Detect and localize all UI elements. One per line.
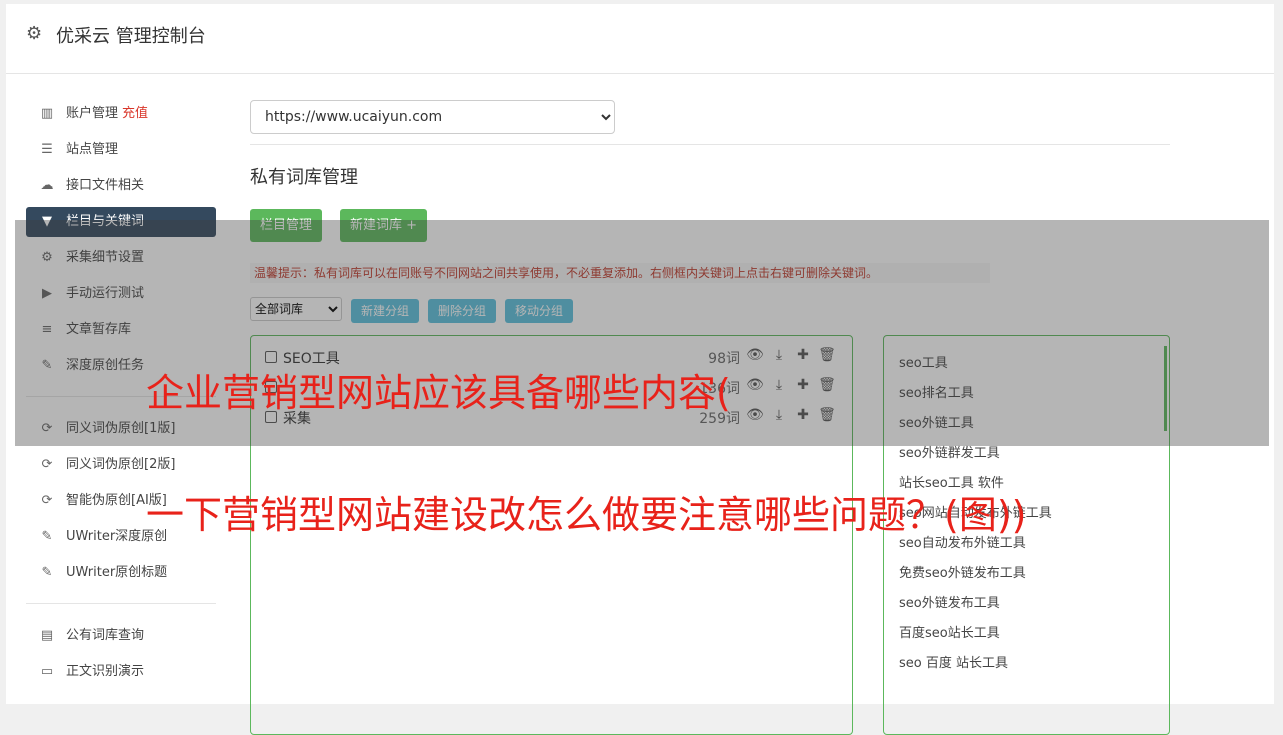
sidebar-item-label: 正文识别演示 (66, 664, 145, 679)
refresh-icon: ⟳ (41, 493, 53, 508)
sidebar-item-label: 站点管理 (66, 142, 119, 157)
sidebar-item-text-recognition[interactable]: ▭ 正文识别演示 (26, 654, 216, 690)
headline-line-2: 一下营销型网站建设改怎么做要注意哪些问题？(图)) (146, 493, 1027, 537)
sidebar-item-api-files[interactable]: ☁ 接口文件相关 (26, 168, 216, 204)
recharge-link[interactable]: 充值 (122, 106, 148, 121)
cloud-upload-icon: ☁ (40, 178, 54, 193)
sidebar-item-label: 账户管理 (66, 106, 119, 121)
top-bar: ⚙ 优采云 管理控制台 (6, 4, 1274, 74)
app-title: 优采云 管理控制台 (56, 26, 206, 47)
sidebar-item-public-lib[interactable]: ▤ 公有词库查询 (26, 618, 216, 654)
sidebar-item-label: 接口文件相关 (66, 178, 145, 193)
sidebar-item-label: UWriter原创标题 (66, 565, 168, 580)
keyword-item[interactable]: seo外链发布工具 (899, 592, 1000, 611)
edit-icon: ✎ (41, 565, 53, 580)
keyword-item[interactable]: 免费seo外链发布工具 (899, 562, 1026, 581)
sidebar-item-account[interactable]: ▥ 账户管理 充值 (26, 96, 216, 132)
page-title: 私有词库管理 (250, 167, 358, 188)
keyword-item[interactable]: 百度seo站长工具 (899, 622, 1000, 641)
site-select[interactable]: https://www.ucaiyun.com (250, 100, 615, 134)
sidebar-item-label: 同义词伪原创[2版] (66, 457, 176, 472)
divider (250, 144, 1170, 145)
book-icon: ▤ (40, 628, 54, 643)
sidebar-item-uwriter-title[interactable]: ✎ UWriter原创标题 (26, 555, 216, 591)
bar-chart-icon: ▥ (40, 106, 54, 121)
sidebar-item-synonym-v2[interactable]: ⟳ 同义词伪原创[2版] (26, 447, 216, 483)
sidebar-item-label: 公有词库查询 (66, 628, 145, 643)
edit-icon: ✎ (41, 529, 53, 544)
sidebar-item-sites[interactable]: ☰ 站点管理 (26, 132, 216, 168)
monitor-icon: ▭ (40, 664, 54, 679)
sidebar-divider (26, 603, 216, 604)
refresh-icon: ⟳ (41, 457, 53, 472)
server-icon: ☰ (41, 142, 53, 157)
gear-icon[interactable]: ⚙ (26, 24, 46, 44)
keyword-item[interactable]: seo 百度 站长工具 (899, 652, 1008, 671)
headline-line-1: 企业营销型网站应该具备哪些内容( (146, 371, 731, 415)
